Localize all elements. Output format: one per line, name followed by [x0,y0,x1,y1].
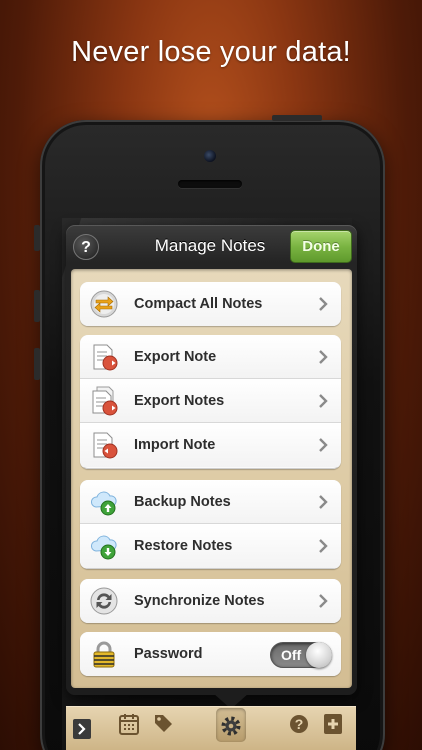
backup-notes-row[interactable]: Backup Notes [80,480,341,524]
password-row: Password Off [80,632,341,676]
compact-group: Compact All Notes [80,282,341,326]
synchronize-notes-row[interactable]: Synchronize Notes [80,579,341,623]
export-notes-row[interactable]: Export Notes [80,379,341,423]
export-documents-icon [92,386,118,416]
help-button[interactable]: ? [73,234,99,260]
cloud-download-icon [90,535,117,560]
chevron-right-icon [319,394,328,408]
export-import-group: Export Note Export Notes Import Note [80,335,341,469]
volume-down-button [34,348,40,380]
row-label: Backup Notes [134,494,231,510]
row-label: Compact All Notes [134,296,263,312]
toggle-state-label: Off [281,647,302,663]
restore-notes-row[interactable]: Restore Notes [80,524,341,568]
add-note-icon[interactable] [322,712,344,736]
popover-title: Manage Notes [154,236,266,255]
password-toggle[interactable]: Off [270,642,332,668]
toggle-knob [306,642,332,668]
compact-all-notes-row[interactable]: Compact All Notes [80,282,341,326]
power-button [272,115,322,121]
compact-arrows-icon [90,290,118,318]
bottom-toolbar [66,706,356,750]
sync-group: Synchronize Notes [80,579,341,623]
sidebar-toggle-icon[interactable] [72,718,92,740]
help-icon[interactable]: ? [288,712,310,736]
tag-icon[interactable] [152,712,174,736]
backup-restore-group: Backup Notes Restore Notes [80,480,341,569]
import-document-icon [93,432,118,459]
chevron-right-icon [319,438,328,452]
calendar-icon[interactable] [118,712,140,736]
row-label: Export Note [134,349,217,365]
chevron-right-icon [319,594,328,608]
export-document-icon [93,344,118,371]
gear-icon[interactable] [220,714,242,738]
sync-icon [90,587,118,615]
speaker-grille [178,180,242,188]
row-label: Export Notes [134,393,225,409]
mute-switch [34,225,40,251]
chevron-right-icon [319,350,328,364]
chevron-right-icon [319,297,328,311]
export-note-row[interactable]: Export Note [80,335,341,379]
svg-text:?: ? [295,716,304,732]
row-label: Password [134,646,203,662]
headline: Never lose your data! [71,36,351,68]
password-group: Password Off [80,632,341,676]
done-button[interactable]: Done [290,230,352,263]
row-label: Synchronize Notes [134,593,265,609]
chevron-right-icon [319,539,328,553]
front-camera [204,150,216,162]
import-note-row[interactable]: Import Note [80,423,341,467]
popover-content [71,269,352,688]
cloud-upload-icon [90,491,117,516]
row-label: Import Note [134,437,216,453]
volume-up-button [34,290,40,322]
chevron-right-icon [319,495,328,509]
padlock-icon [93,641,115,668]
row-label: Restore Notes [134,538,233,554]
